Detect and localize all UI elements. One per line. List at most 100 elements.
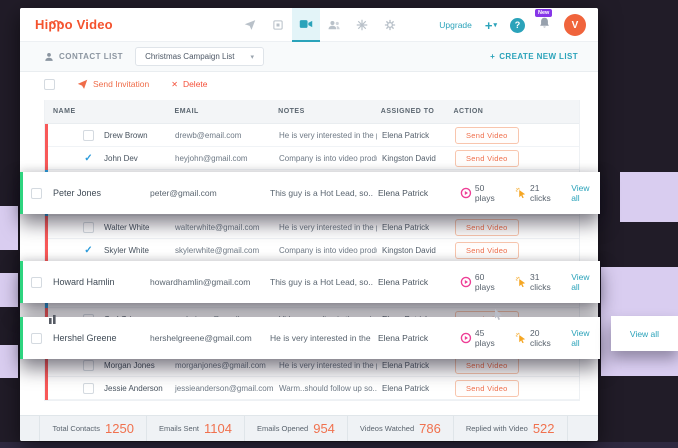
caret-down-icon: ▾ [493, 21, 497, 29]
contact-name: Hershel Greene [53, 333, 117, 343]
delete-button[interactable]: ✕ Delete [171, 79, 207, 89]
clicks-stat: 20 clicks [515, 328, 562, 348]
help-button[interactable]: ? [510, 18, 525, 33]
row-checkbox[interactable]: ✓ [83, 245, 94, 256]
table-row[interactable]: Drew Brown drewb@email.com He is very in… [45, 124, 579, 147]
video-camera-nav-icon[interactable] [292, 8, 320, 42]
paper-plane-nav-icon[interactable] [236, 8, 264, 42]
floating-view-all-chip[interactable]: View all [611, 316, 678, 351]
contact-notes: Warm..should follow up so... [279, 384, 377, 393]
hippo-video-logo[interactable]: Hippo Video [35, 17, 113, 32]
contact-email: heyjohn@gmail.com [175, 154, 248, 163]
assigned-to: Elena Patrick [382, 131, 429, 140]
upgrade-link[interactable]: Upgrade [439, 20, 472, 30]
play-circle-icon [460, 332, 472, 344]
stat-label: Replied with Video [466, 424, 528, 433]
bell-icon [538, 16, 551, 30]
contact-notes: He is very interested in the prod... [279, 131, 377, 140]
table-row[interactable]: Jessie Anderson jessieanderson@gmail.com… [45, 377, 579, 400]
email-cell: peter@gmail.com [143, 188, 263, 198]
action-cell: Send Video [449, 242, 581, 259]
contact-list-subheader: CONTACT LIST Christmas Campaign List ▾ +… [20, 42, 598, 72]
user-avatar[interactable]: V [564, 14, 586, 36]
table-row[interactable]: Walter White walterwhite@gmail.com He is… [45, 216, 579, 239]
assigned-cell: Elena Patrick [377, 131, 449, 140]
send-video-button[interactable]: Send Video [455, 357, 519, 374]
stats-footer: Total Contacts 1250 Emails Sent 1104 Ema… [20, 415, 598, 441]
highlighted-contact-row[interactable]: Howard Hamlin howardhamlin@gmail.com Thi… [20, 261, 600, 303]
column-header-notes: NOTES [272, 108, 376, 115]
email-cell: howardhamlin@gmail.com [143, 277, 263, 287]
assigned-to: Elena Patrick [382, 223, 429, 232]
add-new-button[interactable]: + ▾ [485, 18, 497, 33]
caret-down-icon: ▾ [250, 53, 254, 61]
marketing-backdrop: Hippo Video [0, 0, 678, 448]
selected-list-name: Christmas Campaign List [145, 52, 234, 61]
row-status-indicator [45, 216, 48, 239]
stat-label: Videos Watched [360, 424, 414, 433]
logo-text: Hippo Video [35, 17, 113, 32]
highlighted-contact-row[interactable]: Peter Jones peter@gmail.com This guy is … [20, 172, 600, 214]
assigned-cell: Elena Patrick [377, 223, 449, 232]
footer-stat: Videos Watched 786 [347, 416, 453, 441]
row-checkbox[interactable] [31, 277, 42, 288]
plus-icon: + [490, 52, 495, 61]
send-invitation-button[interactable]: Send Invitation [77, 79, 149, 90]
email-cell: jessieanderson@gmail.com [169, 384, 273, 393]
top-nav-bar: Hippo Video [20, 8, 598, 42]
contact-name: Morgan Jones [104, 361, 155, 370]
row-checkbox[interactable] [83, 130, 94, 141]
row-status-indicator [45, 124, 48, 147]
email-cell: walterwhite@gmail.com [169, 223, 273, 232]
select-all-checkbox[interactable] [44, 79, 55, 90]
bulk-actions-toolbar: Send Invitation ✕ Delete [44, 72, 208, 96]
stop-square-nav-icon[interactable] [264, 8, 292, 42]
notes-cell: He is very interested in the prod... [263, 333, 373, 343]
send-video-button[interactable]: Send Video [455, 150, 519, 167]
row-checkbox[interactable] [83, 222, 94, 233]
highlighted-contact-row[interactable]: Hershel Greene hershelgreene@gmail.com H… [20, 317, 600, 359]
footer-stat: Emails Opened 954 [244, 416, 347, 441]
view-all-link[interactable]: View all [571, 183, 600, 203]
settings-gear-nav-icon[interactable] [376, 8, 404, 42]
backdrop-bottom-strip [0, 442, 678, 448]
name-cell: ✓ John Dev [45, 153, 169, 164]
row-checkbox[interactable]: ✓ [83, 153, 94, 164]
view-all-link[interactable]: View all [571, 272, 600, 292]
new-badge: New [535, 9, 552, 17]
assigned-to: Elena Patrick [382, 384, 429, 393]
lavender-patch-left-2 [0, 273, 18, 307]
stat-value: 786 [419, 421, 441, 436]
contact-email: drewb@email.com [175, 131, 241, 140]
send-video-button[interactable]: Send Video [455, 219, 519, 236]
row-checkbox[interactable] [31, 188, 42, 199]
row-checkbox[interactable] [83, 383, 94, 394]
contact-name: Walter White [104, 223, 150, 232]
send-video-button[interactable]: Send Video [455, 127, 519, 144]
notes-cell: Company is into video produ... [273, 246, 377, 255]
notifications-bell[interactable]: New [538, 16, 551, 35]
integrations-nav-icon[interactable] [348, 8, 376, 42]
contact-notes: Company is into video produ... [279, 154, 377, 163]
send-video-button[interactable]: Send Video [455, 380, 519, 397]
name-cell: Howard Hamlin [23, 277, 143, 288]
campaign-list-dropdown[interactable]: Christmas Campaign List ▾ [135, 47, 264, 66]
contact-name: Peter Jones [53, 188, 101, 198]
name-cell: Morgan Jones [45, 360, 169, 371]
view-all-link[interactable]: View all [571, 328, 600, 348]
assigned-cell: Kingston David [377, 246, 449, 255]
row-checkbox[interactable] [31, 333, 42, 344]
table-row[interactable]: ✓ John Dev heyjohn@gmail.com Company is … [45, 147, 579, 170]
name-cell: Drew Brown [45, 130, 169, 141]
contact-notes: He is very interested in the prod... [279, 361, 377, 370]
table-row[interactable]: ✓ Skyler White skylerwhite@gmail.com Com… [45, 239, 579, 262]
view-all-link[interactable]: View all [630, 329, 659, 339]
assigned-to: Kingston David [382, 246, 436, 255]
nav-right-cluster: Upgrade + ▾ ? New V [439, 8, 586, 42]
send-video-button[interactable]: Send Video [455, 242, 519, 259]
users-nav-icon[interactable] [320, 8, 348, 42]
create-new-list-button[interactable]: + CREATE NEW LIST [490, 52, 578, 61]
engagement-cell: 60 plays 31 clicks View all [460, 272, 600, 292]
row-checkbox[interactable] [83, 360, 94, 371]
lavender-block-right-1 [620, 172, 678, 222]
